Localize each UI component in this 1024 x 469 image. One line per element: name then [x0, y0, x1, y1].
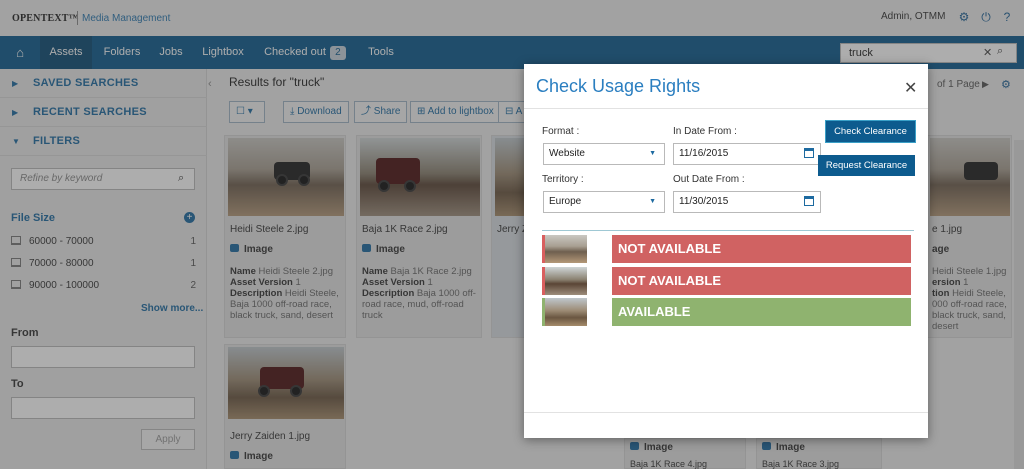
- in-date-label: In Date From :: [673, 126, 737, 137]
- check-clearance-button[interactable]: Check Clearance: [825, 120, 916, 143]
- format-label: Format :: [542, 126, 580, 137]
- result-status-bar: NOT AVAILABLE: [612, 267, 911, 295]
- close-icon[interactable]: ✕: [904, 78, 917, 98]
- calendar-icon[interactable]: [804, 148, 814, 158]
- format-select[interactable]: Website ▼: [543, 143, 665, 165]
- result-status-bar: AVAILABLE: [612, 298, 911, 326]
- dialog-footer-divider: [524, 412, 928, 413]
- request-clearance-button[interactable]: Request Clearance: [818, 155, 915, 176]
- calendar-icon[interactable]: [804, 196, 814, 206]
- result-thumbnail: [542, 267, 587, 295]
- dialog-title: Check Usage Rights: [536, 76, 701, 96]
- dialog-divider: [524, 108, 928, 109]
- result-status-bar: NOT AVAILABLE: [612, 235, 911, 263]
- chevron-down-icon: ▼: [649, 198, 656, 205]
- check-usage-rights-dialog: Check Usage Rights ✕ Format : Website ▼ T…: [524, 64, 928, 438]
- chevron-down-icon: ▼: [649, 150, 656, 157]
- results-divider: [542, 230, 914, 231]
- result-thumbnail: [542, 298, 587, 326]
- territory-select[interactable]: Europe ▼: [543, 191, 665, 213]
- result-thumbnail: [542, 235, 587, 263]
- in-date-input[interactable]: 11/16/2015: [673, 143, 821, 165]
- out-date-label: Out Date From :: [673, 174, 745, 185]
- territory-label: Territory :: [542, 174, 584, 185]
- out-date-input[interactable]: 11/30/2015: [673, 191, 821, 213]
